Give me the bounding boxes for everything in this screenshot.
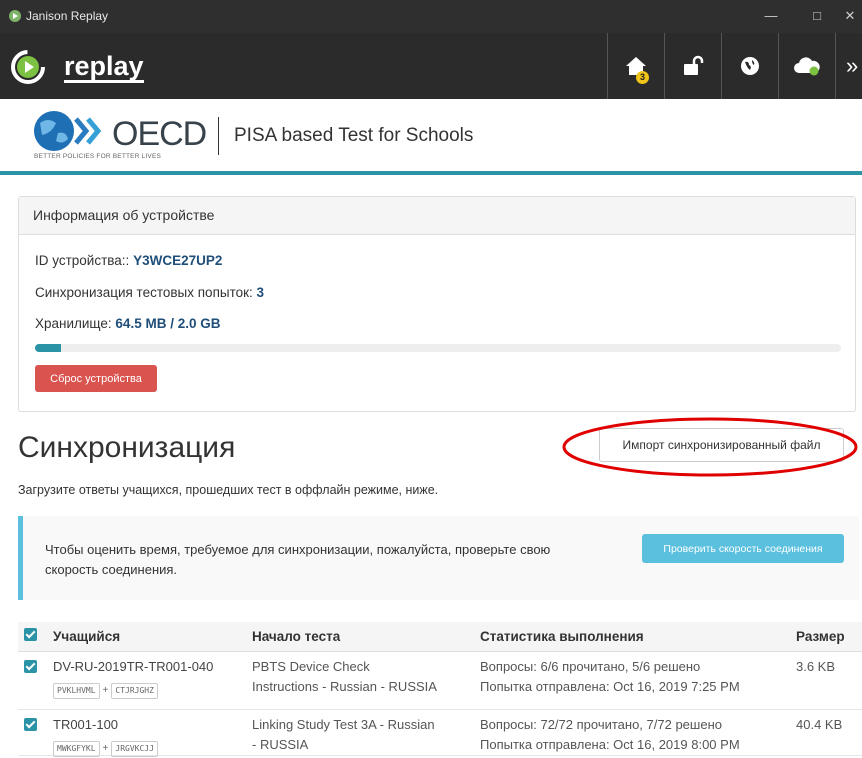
student-codes: PVKLHVML + CTJRJGHZ <box>53 679 158 700</box>
storage-row: Хранилище: 64.5 MB / 2.0 GB <box>35 316 220 331</box>
replay-logo-icon <box>11 50 45 84</box>
test-name-line1: PBTS Device Check <box>252 659 370 674</box>
window-title: Janison Replay <box>26 9 109 23</box>
header-accent-line <box>0 171 862 175</box>
storage-value: 64.5 MB / 2.0 GB <box>115 316 221 331</box>
globe-icon <box>741 57 759 75</box>
close-button[interactable]: ✕ <box>838 6 862 26</box>
student-code: CTJRJGHZ <box>111 683 158 699</box>
student-code: PVKLHVML <box>53 683 100 699</box>
stats-line1: Вопросы: 6/6 прочитано, 5/6 решено <box>480 659 701 674</box>
row-checkbox[interactable] <box>24 718 37 731</box>
device-id-label: ID устройства:: <box>35 253 130 268</box>
reset-device-button[interactable]: Сброс устройства <box>35 365 157 392</box>
check-speed-button[interactable]: Проверить скорость соединения <box>642 534 844 563</box>
student-id: TR001-100 <box>53 717 119 732</box>
storage-progress-bar <box>35 344 841 352</box>
cloud-icon <box>794 57 820 76</box>
unlock-icon <box>684 55 704 75</box>
maximize-button[interactable]: □ <box>801 6 833 26</box>
file-size: 3.6 KB <box>796 659 836 674</box>
oecd-header: OECD BETTER POLICIES FOR BETTER LIVES PI… <box>0 99 862 171</box>
column-header-test-start: Начало теста <box>252 629 341 644</box>
table-row[interactable]: TR001-100 MWKGFYKL + JRGVKCJJ Linking Stud… <box>18 710 862 757</box>
stats-line1: Вопросы: 72/72 прочитано, 7/72 решено <box>480 717 722 732</box>
oecd-logo-icon <box>34 111 102 151</box>
storage-label: Хранилище: <box>35 316 112 331</box>
minimize-button[interactable]: — <box>755 6 787 26</box>
storage-progress-fill <box>35 344 61 352</box>
test-name-line2: - RUSSIA <box>252 737 309 752</box>
page-subtitle: PISA based Test for Schools <box>234 125 474 146</box>
speed-info-callout: Чтобы оценить время, требуемое для синхр… <box>18 516 859 600</box>
stats-line2: Попытка отправлена: Oct 16, 2019 7:25 PM <box>480 679 740 694</box>
sync-attempts-row: Синхронизация тестовых попыток: 3 <box>35 285 264 300</box>
column-header-size: Размер <box>796 629 845 644</box>
home-badge: 3 <box>636 71 649 84</box>
callout-text: Чтобы оценить время, требуемое для синхр… <box>45 542 551 577</box>
more-chevron-icon[interactable]: » <box>846 53 858 79</box>
device-info-panel: Информация об устройстве ID устройства::… <box>18 196 856 412</box>
student-id: DV-RU-2019TR-TR001-040 <box>53 659 214 674</box>
row-checkbox[interactable] <box>24 660 37 673</box>
cloud-button[interactable] <box>778 33 836 99</box>
oecd-tagline: BETTER POLICIES FOR BETTER LIVES <box>34 153 162 160</box>
header-divider <box>218 117 219 155</box>
sync-subtitle: Загрузите ответы учащихся, прошедших тес… <box>18 483 439 497</box>
select-all-checkbox[interactable] <box>24 628 37 641</box>
app-icon <box>9 10 21 22</box>
column-header-stats: Статистика выполнения <box>480 629 644 644</box>
sync-title: Синхронизация <box>18 431 236 464</box>
app-header: replay 3 » <box>0 33 862 99</box>
column-header-student: Учащийся <box>53 629 121 644</box>
oecd-wordmark: OECD <box>112 115 207 153</box>
sync-attempts-value: 3 <box>256 285 265 300</box>
device-id-value: Y3WCE27UP2 <box>133 253 223 268</box>
panel-heading: Информация об устройстве <box>19 197 855 235</box>
test-name-line2: Instructions - Russian - RUSSIA <box>252 679 437 694</box>
window-titlebar: Janison Replay — □ ✕ <box>0 0 862 33</box>
unlock-button[interactable] <box>664 33 721 99</box>
app-logo-text: replay <box>64 51 144 83</box>
annotation-highlight-oval <box>562 417 858 477</box>
test-name-line1: Linking Study Test 3A - Russian <box>252 717 435 732</box>
file-size: 40.4 KB <box>796 717 843 732</box>
globe-button[interactable] <box>721 33 778 99</box>
sync-attempts-label: Синхронизация тестовых попыток: <box>35 285 253 300</box>
table-header: Учащийся Начало теста Статистика выполне… <box>18 622 862 652</box>
device-id-row: ID устройства:: Y3WCE27UP2 <box>35 253 222 268</box>
stats-line2: Попытка отправлена: Oct 16, 2019 8:00 PM <box>480 737 740 752</box>
table-row[interactable]: DV-RU-2019TR-TR001-040 PVKLHVML + CTJRJGHZ… <box>18 652 862 710</box>
home-button[interactable]: 3 <box>607 33 664 99</box>
